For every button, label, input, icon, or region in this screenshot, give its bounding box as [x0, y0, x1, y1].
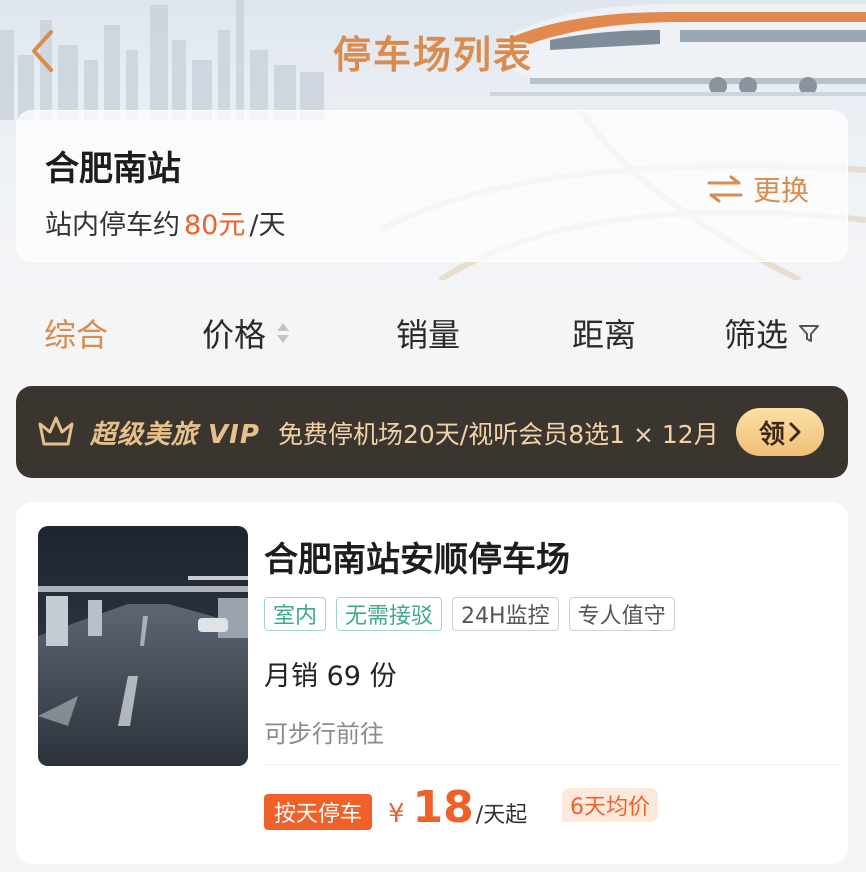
sort-tab-price[interactable]: 价格 — [202, 310, 290, 356]
sort-tab-distance[interactable]: 距离 — [572, 310, 636, 356]
sort-tab-sales[interactable]: 销量 — [396, 310, 460, 356]
sort-tab-label: 综合 — [44, 316, 109, 354]
vip-crown-icon — [38, 416, 74, 446]
price-unit: /天起 — [475, 803, 528, 828]
swap-arrows-icon — [707, 175, 743, 203]
filter-funnel-icon — [798, 322, 820, 344]
sort-tab-label: 筛选 — [724, 316, 789, 354]
parking-lot-name: 合肥南站安顺停车场 — [264, 540, 570, 580]
tag-attended: 专人值守 — [568, 597, 675, 631]
sort-updown-icon — [276, 321, 290, 345]
vip-brand-label: 超级美旅 VIP — [90, 420, 260, 450]
station-price-prefix: 站内停车约 — [45, 210, 180, 241]
divider — [264, 764, 840, 765]
station-name: 合肥南站 — [45, 149, 181, 189]
parking-lot-tags: 室内 无需接驳 24H监控 专人值守 — [264, 597, 675, 631]
tag-indoor: 室内 — [264, 597, 327, 631]
price-currency: ¥ — [388, 799, 405, 829]
switch-station-button[interactable]: 更换 — [707, 169, 809, 209]
price-value: 18 — [412, 782, 474, 833]
vip-offer-text: 免费停机场20天/视听会员8选1 × 12月 — [278, 420, 719, 449]
daily-parking-pill[interactable]: 按天停车 — [264, 794, 373, 830]
tag-24h-monitor: 24H监控 — [452, 597, 559, 631]
station-card: 合肥南站 站内停车约 80元 /天 更换 — [16, 110, 848, 262]
station-price-value: 80元 — [184, 210, 246, 241]
sort-tab-label: 价格 — [202, 316, 267, 354]
sort-tab-label: 销量 — [396, 316, 461, 354]
parking-lot-card[interactable]: 合肥南站安顺停车场 室内 无需接驳 24H监控 专人值守 月销 69 份 可步行… — [16, 502, 848, 864]
vip-claim-label: 领 — [758, 419, 785, 450]
parking-lot-walk-note: 可步行前往 — [264, 720, 384, 748]
sort-tab-filter[interactable]: 筛选 — [724, 310, 820, 356]
vip-claim-button[interactable]: 领 — [736, 408, 824, 456]
chevron-right-icon — [789, 422, 801, 442]
parking-lot-photo[interactable] — [38, 526, 248, 766]
average-price-badge: 6天均价 — [562, 788, 658, 822]
station-price-unit: /天 — [249, 210, 286, 241]
sort-bar: 综合 价格 销量 距离 筛选 — [0, 300, 866, 364]
vip-promo-banner[interactable]: 超级美旅 VIP 免费停机场20天/视听会员8选1 × 12月 领 — [16, 386, 848, 478]
switch-station-label: 更换 — [752, 174, 809, 207]
sort-tab-comprehensive[interactable]: 综合 — [44, 310, 108, 356]
tag-no-shuttle: 无需接驳 — [336, 597, 443, 631]
parking-price: ¥ 18 /天起 — [388, 782, 527, 833]
sort-tab-label: 距离 — [572, 316, 637, 354]
page-title: 停车场列表 — [332, 33, 533, 77]
parking-lot-monthly-sales: 月销 69 份 — [264, 661, 397, 692]
station-price-info: 站内停车约 80元 /天 — [45, 203, 285, 242]
